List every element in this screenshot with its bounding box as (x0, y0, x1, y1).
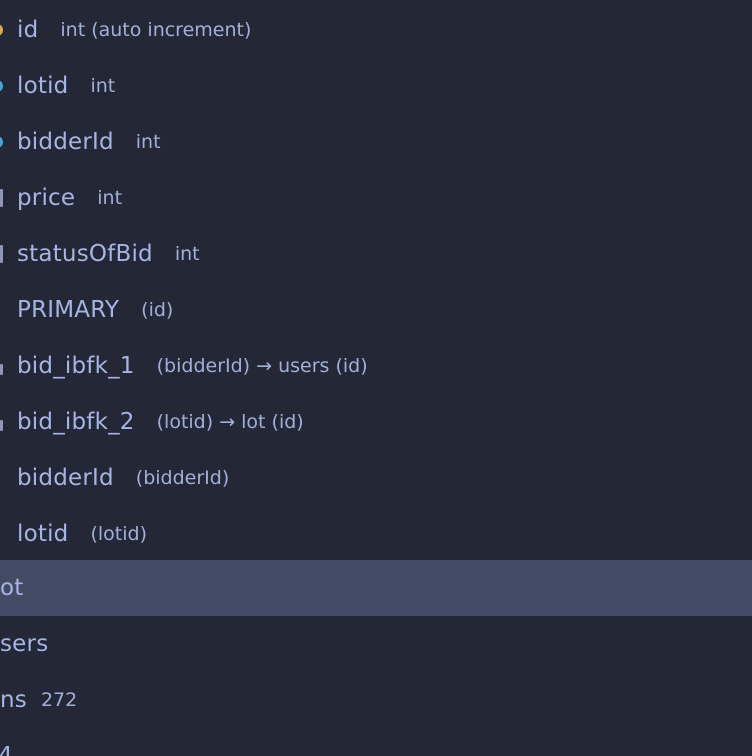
table-users[interactable]: sers (0, 616, 752, 672)
column-name: id (17, 17, 39, 43)
key-detail: (lotid) → lot (id) (156, 411, 304, 433)
column-name: lotid (17, 73, 69, 99)
foreign-key-icon (0, 136, 3, 148)
table-lot[interactable]: ot (0, 560, 752, 616)
table-name-clipped: 4 (0, 743, 13, 756)
table-ns[interactable]: ns 272 (0, 672, 752, 728)
column-icon (0, 189, 3, 207)
column-name: statusOfBid (17, 241, 153, 267)
column-price[interactable]: price int (0, 170, 752, 226)
key-bid-ibfk-2[interactable]: bid_ibfk_2 (lotid) → lot (id) (0, 394, 752, 450)
key-name: PRIMARY (17, 297, 120, 323)
foreign-key-constraint-icon (0, 364, 3, 375)
key-detail: (id) (141, 299, 174, 321)
table-count: 272 (40, 689, 78, 711)
key-bid-ibfk-1[interactable]: bid_ibfk_1 (bidderId) → users (id) (0, 338, 752, 394)
key-name: bid_ibfk_2 (17, 409, 135, 435)
index-detail: (bidderId) (135, 467, 230, 489)
column-statusofbid[interactable]: statusOfBid int (0, 226, 752, 282)
column-name: bidderId (17, 129, 114, 155)
column-name: price (17, 185, 76, 211)
column-type: int (90, 75, 116, 97)
index-name: bidderId (17, 465, 114, 491)
table-name: sers (0, 631, 49, 657)
column-id[interactable]: id int (auto increment) (0, 2, 752, 58)
key-primary[interactable]: PRIMARY (id) (0, 282, 752, 338)
primary-key-icon (0, 24, 3, 36)
column-lotid[interactable]: lotid int (0, 58, 752, 114)
column-icon (0, 245, 3, 263)
table-name: ns (0, 687, 27, 713)
table-next[interactable]: 4 (0, 728, 752, 756)
database-tree: id int (auto increment) lotid int bidder… (0, 0, 752, 756)
column-type: int (135, 131, 161, 153)
index-detail: (lotid) (90, 523, 148, 545)
key-name: bid_ibfk_1 (17, 353, 135, 379)
column-type: int (auto increment) (60, 19, 252, 41)
index-lotid[interactable]: lotid (lotid) (0, 506, 752, 562)
column-bidderid[interactable]: bidderId int (0, 114, 752, 170)
table-name: ot (0, 575, 24, 601)
key-detail: (bidderId) → users (id) (156, 355, 368, 377)
column-type: int (174, 243, 200, 265)
index-name: lotid (17, 521, 69, 547)
index-bidderid[interactable]: bidderId (bidderId) (0, 450, 752, 506)
foreign-key-constraint-icon (0, 420, 3, 431)
column-type: int (97, 187, 123, 209)
foreign-key-icon (0, 80, 3, 92)
